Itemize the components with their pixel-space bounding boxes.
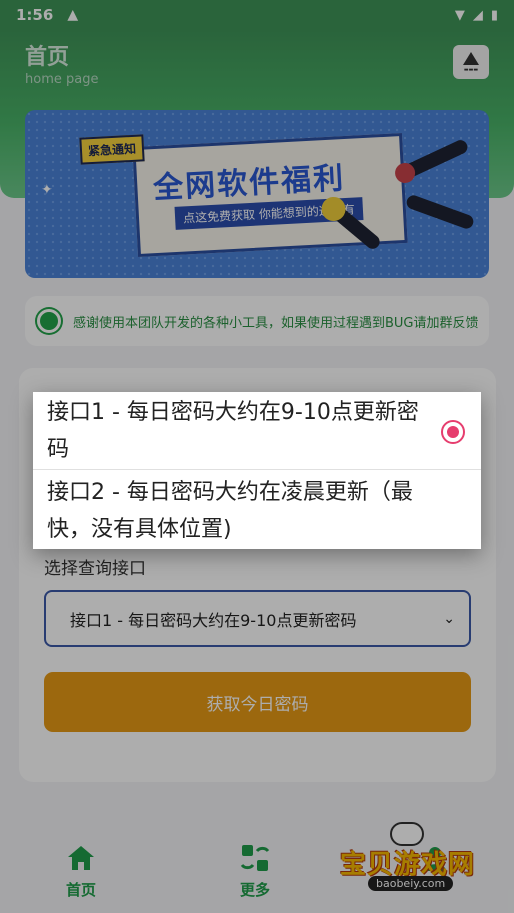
- dialog-option-label: 接口2 - 每日密码大约在凌晨更新（最快，没有具体位置): [47, 480, 413, 542]
- radio-selected-icon[interactable]: [441, 420, 465, 444]
- dialog-option-label: 接口1 - 每日密码大约在9-10点更新密码: [47, 400, 419, 462]
- dialog-option-1[interactable]: 接口1 - 每日密码大约在9-10点更新密码: [33, 394, 481, 470]
- dialog-option-2[interactable]: 接口2 - 每日密码大约在凌晨更新（最快，没有具体位置): [33, 474, 481, 548]
- interface-picker-dialog: 接口1 - 每日密码大约在9-10点更新密码 接口2 - 每日密码大约在凌晨更新…: [33, 392, 481, 549]
